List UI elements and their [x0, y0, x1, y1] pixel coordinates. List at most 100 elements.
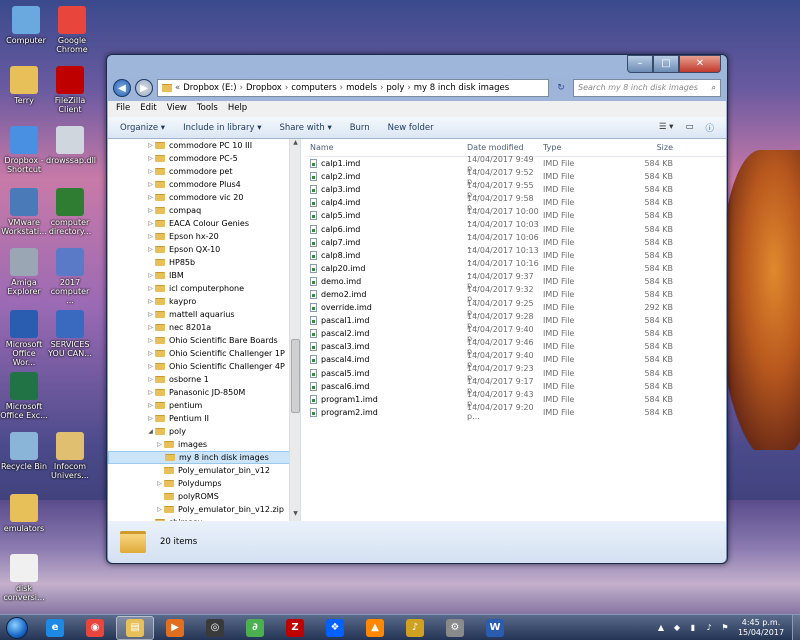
back-button[interactable]: ◀ — [113, 79, 131, 97]
expand-arrow-icon[interactable]: ▷ — [146, 376, 155, 383]
desktop-icon[interactable]: Microsoft Office Wor... — [0, 310, 48, 370]
close-button[interactable]: ✕ — [679, 55, 721, 73]
breadcrumb-separator-icon[interactable]: › — [285, 83, 288, 93]
taskbar-app-button[interactable]: ◎ — [196, 616, 234, 640]
column-date-modified[interactable]: Date modified — [467, 143, 543, 152]
nav-tree-item[interactable]: ▷ Poly_emulator_bin_v12.zip — [108, 503, 290, 516]
expand-arrow-icon[interactable]: ▷ — [146, 233, 155, 240]
share-with-button[interactable]: Share with ▾ — [279, 123, 331, 133]
expand-arrow-icon[interactable]: ▷ — [146, 246, 155, 253]
expand-arrow-icon[interactable]: ▷ — [146, 402, 155, 409]
nav-tree-item[interactable]: ▷ Ohio Scientific Challenger 1P — [108, 347, 290, 360]
desktop-icon[interactable]: Amiga Explorer — [0, 248, 48, 308]
nav-tree-item[interactable]: ▷ commodore PC 10 III — [108, 139, 290, 152]
help-icon[interactable]: ⓘ — [705, 122, 714, 134]
desktop-icon[interactable]: Google Chrome — [48, 6, 96, 66]
breadcrumb-item[interactable]: poly — [386, 83, 404, 93]
expand-arrow-icon[interactable]: ▷ — [146, 207, 155, 214]
nav-tree-item[interactable]: ▷ icl computerphone — [108, 282, 290, 295]
column-type[interactable]: Type — [543, 143, 619, 152]
breadcrumb-separator-icon[interactable]: › — [240, 83, 243, 93]
organize-button[interactable]: Organize ▾ — [120, 123, 165, 133]
nav-tree-item[interactable]: ▷ Epson QX-10 — [108, 243, 290, 256]
expand-arrow-icon[interactable]: ▷ — [146, 220, 155, 227]
nav-tree-item[interactable]: ▷ pentium — [108, 399, 290, 412]
taskbar-app-button[interactable]: ▲ — [356, 616, 394, 640]
nav-tree-item[interactable]: ▷ Ohio Scientific Challenger 4P — [108, 360, 290, 373]
expand-arrow-icon[interactable]: ▷ — [155, 441, 164, 448]
clock[interactable]: 4:45 p.m. 15/04/2017 — [736, 618, 786, 638]
breadcrumb-item[interactable]: my 8 inch disk images — [414, 83, 509, 93]
expand-arrow-icon[interactable]: ▷ — [146, 350, 155, 357]
expand-arrow-icon[interactable]: ◢ — [146, 428, 155, 435]
expand-arrow-icon[interactable]: ▷ — [155, 506, 164, 513]
preview-pane-icon[interactable]: ▭ — [685, 122, 693, 134]
minimize-button[interactable]: – — [627, 55, 653, 73]
desktop-icon[interactable]: SERVICES YOU CAN... — [46, 310, 94, 370]
nav-tree-item[interactable]: ▷ nec 8201a — [108, 321, 290, 334]
show-desktop-button[interactable] — [792, 614, 800, 640]
view-options-icon[interactable]: ☰ ▾ — [659, 122, 674, 134]
desktop-icon[interactable]: Infocom Univers... — [46, 432, 94, 492]
file-row[interactable]: program2.imd 14/04/2017 9:20 p... IMD File… — [307, 403, 726, 421]
scroll-up-icon[interactable]: ▲ — [290, 139, 300, 150]
taskbar-app-button[interactable]: ⚙ — [436, 616, 474, 640]
expand-arrow-icon[interactable]: ▷ — [146, 415, 155, 422]
breadcrumb-separator-icon[interactable]: › — [380, 83, 383, 93]
desktop-icon[interactable]: Terry — [0, 66, 48, 126]
taskbar-app-button[interactable]: Z — [276, 616, 314, 640]
nav-tree-item[interactable]: ▷ compaq — [108, 204, 290, 217]
nav-scrollbar[interactable]: ▲ ▼ — [289, 139, 300, 521]
nav-tree-item[interactable]: ▷ Epson hx-20 — [108, 230, 290, 243]
nav-tree-item[interactable]: ▷ images — [108, 438, 290, 451]
desktop-icon[interactable]: computer directory... — [46, 188, 94, 248]
expand-arrow-icon[interactable]: ▷ — [146, 324, 155, 331]
nav-tree-item[interactable]: my 8 inch disk images — [108, 451, 290, 464]
expand-arrow-icon[interactable]: ▷ — [146, 363, 155, 370]
column-size[interactable]: Size — [619, 143, 673, 152]
taskbar-app-button[interactable]: W — [476, 616, 514, 640]
nav-tree-item[interactable]: ▷ EACA Colour Genies — [108, 217, 290, 230]
menu-item[interactable]: Tools — [197, 103, 218, 115]
taskbar-app-button[interactable]: e — [36, 616, 74, 640]
nav-tree-item[interactable]: ▷ commodore vic 20 — [108, 191, 290, 204]
desktop-icon[interactable]: Recycle Bin — [0, 432, 48, 492]
expand-arrow-icon[interactable]: ▷ — [146, 181, 155, 188]
expand-arrow-icon[interactable]: ▷ — [155, 480, 164, 487]
nav-tree-item[interactable]: ▷ IBM — [108, 269, 290, 282]
new-folder-button[interactable]: New folder — [388, 123, 434, 133]
taskbar-app-button[interactable]: ▤ — [116, 615, 154, 640]
column-name[interactable]: Name — [307, 143, 467, 152]
volume-icon[interactable]: ♪ — [704, 623, 714, 633]
start-button[interactable] — [0, 615, 34, 640]
maximize-button[interactable]: □ — [653, 55, 679, 73]
nav-tree-item[interactable]: ◢ poly — [108, 425, 290, 438]
breadcrumb-item[interactable]: Dropbox (E:) — [183, 83, 236, 93]
refresh-icon[interactable]: ↻ — [553, 83, 569, 93]
include-in-library-button[interactable]: Include in library ▾ — [183, 123, 261, 133]
nav-tree-item[interactable]: HP85b — [108, 256, 290, 269]
taskbar-app-button[interactable]: ◉ — [76, 616, 114, 640]
nav-tree-item[interactable]: ▷ commodore Plus4 — [108, 178, 290, 191]
taskbar-app-button[interactable]: ♪ — [396, 616, 434, 640]
nav-tree-item[interactable]: ▷ mattell aquarius — [108, 308, 290, 321]
nav-tree-item[interactable]: ▷ Pentium II — [108, 412, 290, 425]
nav-tree-item[interactable]: ▷ Ohio Scientific Bare Boards — [108, 334, 290, 347]
taskbar-app-button[interactable]: ▶ — [156, 616, 194, 640]
breadcrumb-item[interactable]: Dropbox — [246, 83, 282, 93]
expand-arrow-icon[interactable]: ▷ — [146, 194, 155, 201]
breadcrumb-item[interactable]: computers — [291, 83, 336, 93]
desktop-icon[interactable]: Dropbox - Shortcut — [0, 126, 48, 186]
nav-tree-item[interactable]: ▷ Polydumps — [108, 477, 290, 490]
flag-icon[interactable]: ⚑ — [720, 623, 730, 633]
search-input[interactable]: Search my 8 inch disk images ⌕ — [573, 79, 721, 97]
menu-item[interactable]: Edit — [140, 103, 156, 115]
desktop-icon[interactable]: emulators — [0, 494, 48, 554]
breadcrumb-item[interactable]: models — [346, 83, 377, 93]
expand-arrow-icon[interactable]: ▷ — [146, 285, 155, 292]
nav-tree-item[interactable]: ▷ commodore PC-5 — [108, 152, 290, 165]
expand-arrow-icon[interactable]: ▷ — [146, 168, 155, 175]
desktop-icon[interactable]: disk conversi... — [0, 554, 48, 614]
network-icon[interactable]: ▮ — [688, 623, 698, 633]
expand-arrow-icon[interactable]: ▷ — [146, 155, 155, 162]
